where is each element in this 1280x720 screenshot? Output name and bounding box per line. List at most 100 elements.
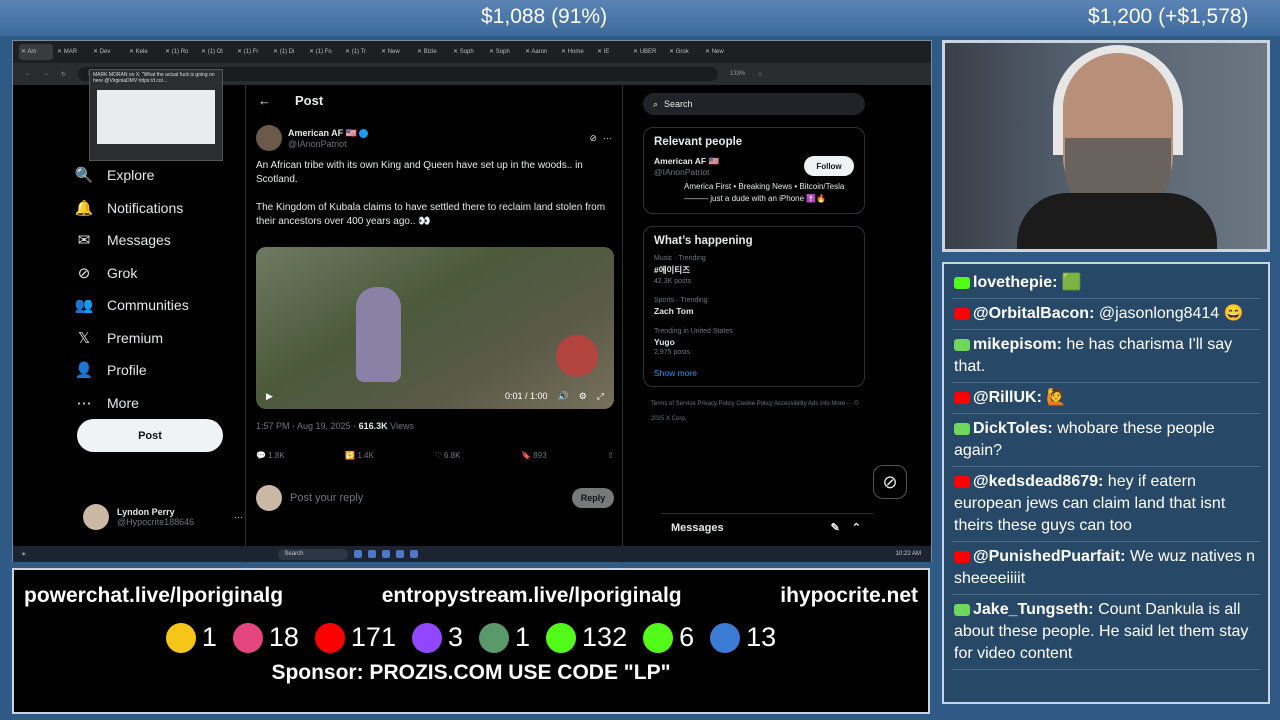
trend-name: Zach Tom — [654, 306, 694, 316]
chat-username[interactable]: @RillUK: — [973, 389, 1042, 406]
sidebar-item-grok[interactable]: ⊘ Grok — [73, 257, 253, 290]
sidebar-item-notifications[interactable]: 🔔 Notifications — [73, 192, 253, 225]
browser-tab[interactable]: ✕ Dev — [91, 44, 125, 60]
browser-tab[interactable]: ✕ (1) Tr — [343, 44, 377, 60]
video-time: 0:01 / 1:00 — [504, 391, 548, 401]
grok-float-icon[interactable]: ⊘ — [873, 465, 907, 499]
compose-post-button[interactable]: Post — [77, 419, 223, 452]
account-switcher[interactable]: Lyndon Perry @Hypocrite188646 ··· — [83, 499, 243, 535]
sidebar-item-messages[interactable]: ✉ Messages — [73, 224, 253, 257]
sidebar-item-more[interactable]: ⋯ More — [73, 387, 253, 420]
reply-input[interactable]: Post your reply — [290, 492, 363, 504]
zoom-level[interactable]: 133% — [730, 71, 745, 77]
browser-tab[interactable]: ✕ Aaron — [523, 44, 557, 60]
taskbar-search[interactable]: Search — [278, 548, 349, 560]
fullscreen-icon[interactable]: ⤢ — [597, 391, 604, 402]
messages-drawer[interactable]: Messages ✎ ⌃ — [661, 513, 873, 541]
browser-tab[interactable]: ✕ (1) Fo — [307, 44, 341, 60]
weather-icon[interactable]: ☀ — [21, 551, 26, 558]
browser-tab[interactable]: ✕ MAR — [55, 44, 89, 60]
windows-taskbar: ☀ Search 10:22 AM — [13, 546, 931, 562]
whats-happening-box: What’s happening Music · Trending #에이티즈 42… — [643, 226, 865, 387]
settings-icon[interactable]: ⚙ — [579, 391, 587, 402]
reply-button[interactable]: Reply — [572, 488, 614, 508]
trend-item[interactable]: Music · Trending #에이티즈 42.3K posts — [654, 255, 854, 285]
browser-tab[interactable]: ✕ Am — [19, 44, 53, 60]
reply-action[interactable]: 💬 1.8K — [256, 451, 285, 460]
play-icon[interactable]: ▶ — [266, 391, 273, 402]
browser-tab[interactable]: ✕ (1) Fr — [235, 44, 269, 60]
taskbar-clock[interactable]: 10:22 AM — [896, 551, 921, 557]
relevant-people-box: Relevant people Follow American AF 🇺🇸 @I… — [643, 127, 865, 214]
author-handle[interactable]: @IAnonPatriot — [288, 139, 368, 149]
star-icon[interactable]: ☆ — [757, 71, 762, 78]
browser-tab[interactable]: ✕ UBER — [631, 44, 665, 60]
video-controls: ▶ 0:01 / 1:00 🔊 ⚙ ⤢ — [256, 383, 614, 409]
chat-username[interactable]: @OrbitalBacon: — [973, 305, 1094, 322]
browser-tab[interactable]: ✕ Bizle — [415, 44, 449, 60]
post-timestamp[interactable]: 1:57 PM · Aug 19, 2025 · — [256, 421, 356, 431]
app-icon[interactable] — [382, 550, 391, 558]
post-author[interactable]: American AF 🇺🇸 @IAnonPatriot ⊘ ··· — [246, 115, 622, 151]
browser-tab[interactable]: ✕ New — [379, 44, 413, 60]
browser-tab[interactable]: ✕ Grok — [667, 44, 701, 60]
user-handle: @Hypocrite188646 — [117, 517, 195, 527]
browser-tab[interactable]: ✕ (1) Di — [271, 44, 305, 60]
app-icon[interactable] — [368, 550, 377, 558]
chat-username[interactable]: @PunishedPuarfait: — [973, 548, 1126, 565]
bookmark-action[interactable]: 🔖 893 — [521, 451, 547, 460]
trend-name: #에이티즈 — [654, 265, 691, 275]
viewer-count-value: 13 — [746, 622, 777, 652]
author-name[interactable]: American AF 🇺🇸 — [288, 128, 357, 138]
trend-item[interactable]: Trending in United States Yugo 2,975 posts — [654, 328, 854, 356]
chat-message: mikepisom: he has charisma I'll say that… — [952, 330, 1260, 383]
sidebar-item-profile[interactable]: 👤 Profile — [73, 354, 253, 387]
chat-username[interactable]: Jake_Tungseth: — [973, 601, 1094, 618]
chat-text: @jasonlong8414 😄 — [1098, 305, 1244, 322]
video-figure — [356, 287, 401, 382]
search-input[interactable]: ⌕ Search — [643, 93, 865, 115]
more-dots-icon[interactable]: ··· — [234, 512, 243, 522]
compose-message-icon[interactable]: ✎ — [831, 521, 840, 534]
browser-tab[interactable]: ✕ IE — [595, 44, 629, 60]
chat-username[interactable]: mikepisom: — [973, 336, 1062, 353]
reload-icon[interactable]: ↻ — [61, 71, 66, 78]
share-icon[interactable]: ⇪ — [607, 451, 614, 460]
forward-icon[interactable]: → — [43, 71, 49, 77]
show-more-link[interactable]: Show more — [654, 368, 854, 378]
post-column: ← Post American AF 🇺🇸 @IAnonPatriot ⊘ ··… — [245, 85, 623, 563]
browser-tab[interactable]: ✕ Soph — [487, 44, 521, 60]
sidebar-item-label: Explore — [107, 167, 155, 184]
repost-action[interactable]: 🔁 1.4K — [345, 451, 374, 460]
footer-links[interactable]: Terms of Service Privacy Policy Cookie P… — [643, 397, 865, 427]
chevron-up-icon[interactable]: ⌃ — [852, 521, 861, 534]
app-icon[interactable] — [410, 550, 419, 558]
browser-tab[interactable]: ✕ Soph — [451, 44, 485, 60]
platform-icon — [165, 622, 196, 653]
grok-icon[interactable]: ⊘ — [589, 133, 597, 144]
browser-tab[interactable]: ✕ (1) Ro — [163, 44, 197, 60]
app-icon[interactable] — [354, 550, 363, 558]
app-icon[interactable] — [396, 550, 405, 558]
like-action[interactable]: ♡ 6.8K — [435, 451, 461, 460]
back-arrow-icon[interactable]: ← — [258, 93, 271, 108]
browser-tab[interactable]: ✕ New — [703, 44, 737, 60]
trend-item[interactable]: Sports · Trending Zach Tom — [654, 297, 854, 316]
chat-message: @kedsdead8679: hey if eatern european je… — [952, 467, 1260, 542]
chat-username[interactable]: @kedsdead8679: — [973, 473, 1103, 490]
volume-icon[interactable]: 🔊 — [558, 391, 569, 402]
back-icon[interactable]: ← — [25, 71, 31, 77]
browser-tab[interactable]: ✕ (1) Ol — [199, 44, 233, 60]
avatar[interactable] — [256, 125, 282, 151]
chat-username[interactable]: DickToles: — [973, 420, 1053, 437]
notifications-icon: 🔔 — [74, 199, 94, 217]
sidebar-item-premium[interactable]: 𝕏 Premium — [73, 322, 253, 355]
browser-tab[interactable]: ✕ Home — [559, 44, 593, 60]
sidebar-item-communities[interactable]: 👥 Communities — [73, 289, 253, 322]
more-dots-icon[interactable]: ··· — [603, 133, 612, 143]
chat-username[interactable]: lovethepie: — [973, 274, 1057, 291]
sidebar-item-explore[interactable]: 🔍 Explore — [73, 159, 253, 192]
browser-tab[interactable]: ✕ Kele — [127, 44, 161, 60]
video-player[interactable]: ▶ 0:01 / 1:00 🔊 ⚙ ⤢ — [256, 247, 614, 409]
follow-button[interactable]: Follow — [804, 156, 854, 176]
